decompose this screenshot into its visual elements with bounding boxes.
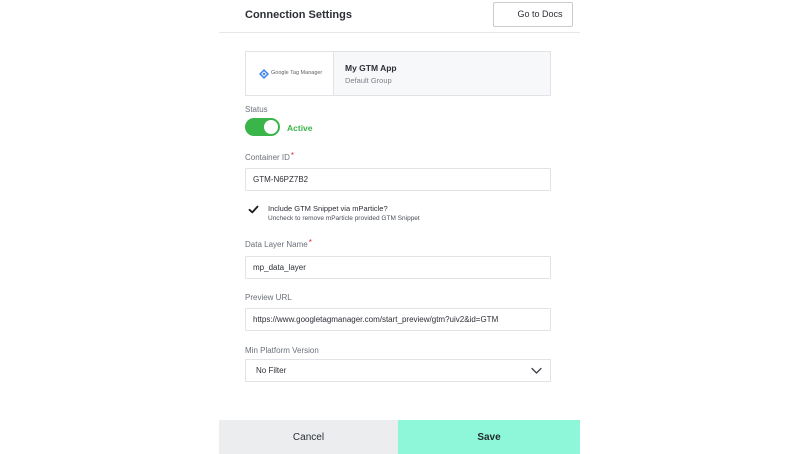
toggle-knob [264,120,278,134]
app-logo-text: Google Tag Manager [271,70,323,76]
cancel-button[interactable]: Cancel [219,420,398,454]
panel-footer: Cancel Save [219,420,580,454]
container-id-label: Container ID* [245,151,295,162]
status-value: Active [287,123,313,133]
min-platform-label: Min Platform Version [245,346,319,355]
container-id-input[interactable] [245,168,551,191]
data-layer-label: Data Layer Name* [245,238,312,249]
check-icon [248,205,259,214]
save-button[interactable]: Save [398,420,580,454]
status-label: Status [245,105,268,114]
app-card: Google Tag Manager My GTM App Default Gr… [245,51,551,96]
app-group: Default Group [345,76,392,85]
include-snippet-label: Include GTM Snippet via mParticle? [268,204,388,213]
app-logo: Google Tag Manager [246,52,334,95]
status-toggle[interactable] [245,118,280,136]
app-name: My GTM App [345,63,397,73]
min-platform-value: No Filter [256,366,287,375]
go-to-docs-button[interactable]: Go to Docs [493,2,573,27]
panel-header: Connection Settings Go to Docs [219,0,580,33]
include-snippet-checkbox[interactable] [247,203,260,216]
panel-title: Connection Settings [245,9,352,21]
include-snippet-help: Uncheck to remove mParticle provided GTM… [268,215,420,222]
required-mark: * [308,238,312,247]
required-mark: * [290,151,295,160]
min-platform-select[interactable]: No Filter [245,359,551,382]
chevron-down-icon [531,367,542,374]
data-layer-input[interactable] [245,256,551,279]
connection-settings-panel: Connection Settings Go to Docs Google Ta… [219,0,580,454]
google-tag-manager-icon [259,69,269,79]
preview-url-input[interactable] [245,308,551,331]
preview-url-label: Preview URL [245,293,292,302]
